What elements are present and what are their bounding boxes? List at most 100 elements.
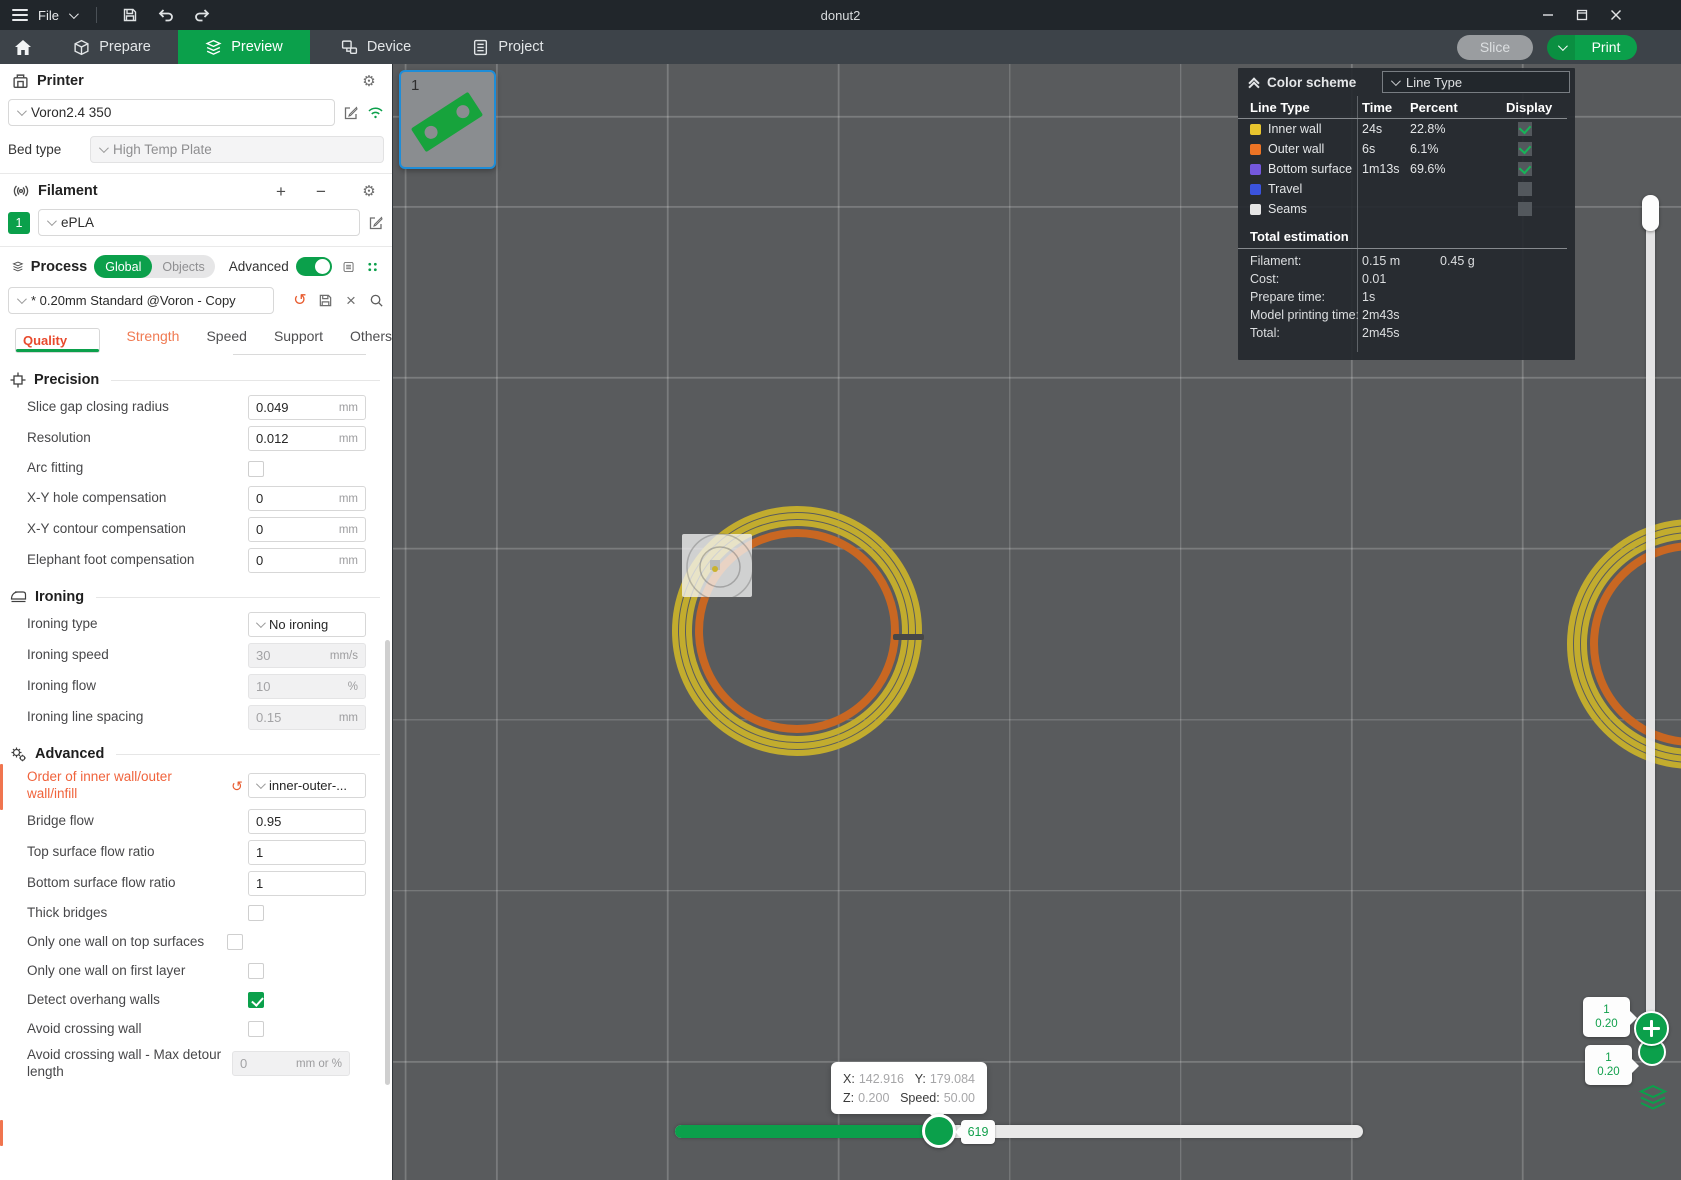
edit-filament-icon[interactable]	[368, 215, 384, 231]
setting-row: Ironing speed 30 mm/s	[0, 640, 392, 671]
setting-unit: mm	[338, 432, 358, 445]
xy-contour-input[interactable]: 0 mm	[248, 517, 366, 542]
sidebar-scrollbar[interactable]	[385, 640, 390, 1085]
reset-preset-icon[interactable]: ↺	[291, 292, 309, 310]
display-checkbox[interactable]	[1518, 202, 1532, 216]
redo-icon[interactable]	[189, 4, 215, 26]
bed-type-select[interactable]: High Temp Plate	[90, 136, 384, 163]
display-checkbox[interactable]	[1518, 162, 1532, 176]
save-icon[interactable]	[117, 4, 143, 26]
thick-bridges-checkbox[interactable]	[248, 905, 264, 922]
col-display: Display	[1506, 99, 1553, 115]
view-list-icon[interactable]	[343, 259, 354, 275]
xy-hole-input[interactable]: 0 mm	[248, 486, 366, 511]
filament-settings-gear-icon[interactable]: ⚙	[360, 182, 378, 200]
x-label: X:	[843, 1072, 855, 1086]
filament-select[interactable]: ePLA	[38, 209, 360, 236]
seams-swatch	[1250, 203, 1261, 215]
tab-others[interactable]: Others	[350, 328, 392, 353]
elephant-foot-input[interactable]: 0 mm	[248, 548, 366, 573]
setting-value: 30	[256, 648, 271, 663]
file-menu[interactable]: File	[38, 8, 59, 23]
avoid-crossing-wall-checkbox[interactable]	[248, 1021, 264, 1038]
setting-value: 1	[256, 844, 264, 860]
move-slider-handle[interactable]	[922, 1114, 956, 1148]
printer-settings-gear-icon[interactable]: ⚙	[360, 72, 378, 90]
reset-setting-icon[interactable]: ↺	[228, 777, 246, 795]
setting-unit: mm	[338, 523, 358, 536]
top-surface-flow-input[interactable]: 1	[248, 839, 366, 865]
maximize-button[interactable]	[1565, 1, 1599, 29]
close-button[interactable]	[1599, 1, 1633, 29]
scope-objects-button[interactable]: Objects	[152, 260, 214, 274]
layer-slider-top-handle[interactable]	[1642, 195, 1659, 231]
bottom-surface-flow-input[interactable]: 1	[248, 870, 366, 896]
resolution-input[interactable]: 0.012 mm	[248, 426, 366, 451]
tab-strength[interactable]: Strength	[127, 328, 180, 353]
display-checkbox[interactable]	[1518, 122, 1532, 136]
file-menu-chevron-icon[interactable]	[68, 8, 79, 19]
tab-prepare[interactable]: Prepare	[46, 30, 178, 64]
display-checkbox[interactable]	[1518, 182, 1532, 196]
printer-select[interactable]: Voron2.4 350	[8, 99, 335, 126]
legend-row: Outer wall 6s 6.1%	[1238, 139, 1575, 159]
add-layer-marker-button[interactable]	[1634, 1011, 1669, 1046]
home-button[interactable]	[0, 30, 46, 64]
ironing-flow-input[interactable]: 10 %	[248, 674, 366, 699]
setting-row: Top surface flow ratio 1	[0, 837, 392, 868]
display-checkbox[interactable]	[1518, 142, 1532, 156]
ironing-line-spacing-input[interactable]: 0.15 mm	[248, 705, 366, 730]
one-wall-top-checkbox[interactable]	[227, 934, 243, 951]
collapse-panel-icon[interactable]	[1248, 76, 1260, 93]
compare-params-icon[interactable]	[367, 259, 378, 275]
move-slider-fill	[675, 1125, 945, 1138]
scope-global-button[interactable]: Global	[94, 255, 153, 278]
print-button[interactable]: Print	[1575, 34, 1637, 60]
arc-fitting-checkbox[interactable]	[248, 460, 264, 477]
layer-slider-track[interactable]	[1646, 199, 1655, 1051]
setting-label: Detect overhang walls	[27, 991, 160, 1007]
setting-label: Avoid crossing wall - Max detour length	[27, 1046, 222, 1079]
ironing-type-select[interactable]: No ironing	[248, 612, 366, 637]
ironing-speed-input[interactable]: 30 mm/s	[248, 643, 366, 668]
tab-device[interactable]: Device	[310, 30, 442, 64]
ironing-section-icon	[10, 591, 27, 603]
remove-filament-button[interactable]: −	[312, 182, 330, 200]
color-scheme-select[interactable]: Line Type	[1382, 71, 1570, 93]
move-slider-track[interactable]: 619	[675, 1114, 1363, 1148]
process-preset-select[interactable]: * 0.20mm Standard @Voron - Copy	[8, 287, 274, 314]
slice-button[interactable]: Slice	[1457, 34, 1533, 60]
one-layer-mode-icon[interactable]	[1638, 1084, 1668, 1111]
tab-quality[interactable]: Quality	[15, 328, 100, 353]
tab-support[interactable]: Support	[274, 328, 323, 353]
setting-value: 0.15	[256, 710, 282, 725]
setting-label: Only one wall on top surfaces	[27, 933, 205, 949]
add-filament-button[interactable]: +	[272, 182, 290, 200]
detect-overhang-walls-checkbox[interactable]	[248, 992, 264, 1009]
undo-icon[interactable]	[153, 4, 179, 26]
one-wall-first-layer-checkbox[interactable]	[248, 963, 264, 980]
delete-preset-icon[interactable]: ×	[342, 292, 360, 310]
minimize-button[interactable]	[1531, 1, 1565, 29]
slice-gap-input[interactable]: 0.049 mm	[248, 395, 366, 420]
filament-slot-number[interactable]: 1	[8, 211, 30, 234]
tab-speed[interactable]: Speed	[206, 328, 246, 353]
save-preset-icon[interactable]	[318, 293, 333, 308]
print-dropdown-button[interactable]	[1547, 34, 1575, 60]
plate-thumbnail[interactable]: 1	[399, 70, 496, 169]
precision-section-icon	[10, 372, 26, 388]
bridge-flow-input[interactable]: 0.95	[248, 808, 366, 834]
avoid-detour-input[interactable]: 0 mm or %	[232, 1051, 350, 1077]
hamburger-menu-icon[interactable]	[12, 9, 28, 21]
preview-3d-viewport[interactable]: 1 Color scheme Line Type Line Type Time …	[393, 64, 1681, 1180]
wall-order-select[interactable]: inner-outer-...	[248, 773, 366, 799]
search-icon[interactable]	[369, 293, 384, 308]
window-title: donut2	[820, 7, 861, 23]
settings-list: Precision Slice gap closing radius 0.049…	[0, 355, 392, 1104]
tab-project[interactable]: Project	[442, 30, 574, 64]
advanced-toggle[interactable]	[295, 257, 332, 276]
tab-preview[interactable]: Preview	[178, 30, 310, 64]
wifi-icon[interactable]	[367, 105, 384, 120]
bed-type-label: Bed type	[8, 142, 62, 157]
edit-printer-icon[interactable]	[343, 105, 359, 121]
